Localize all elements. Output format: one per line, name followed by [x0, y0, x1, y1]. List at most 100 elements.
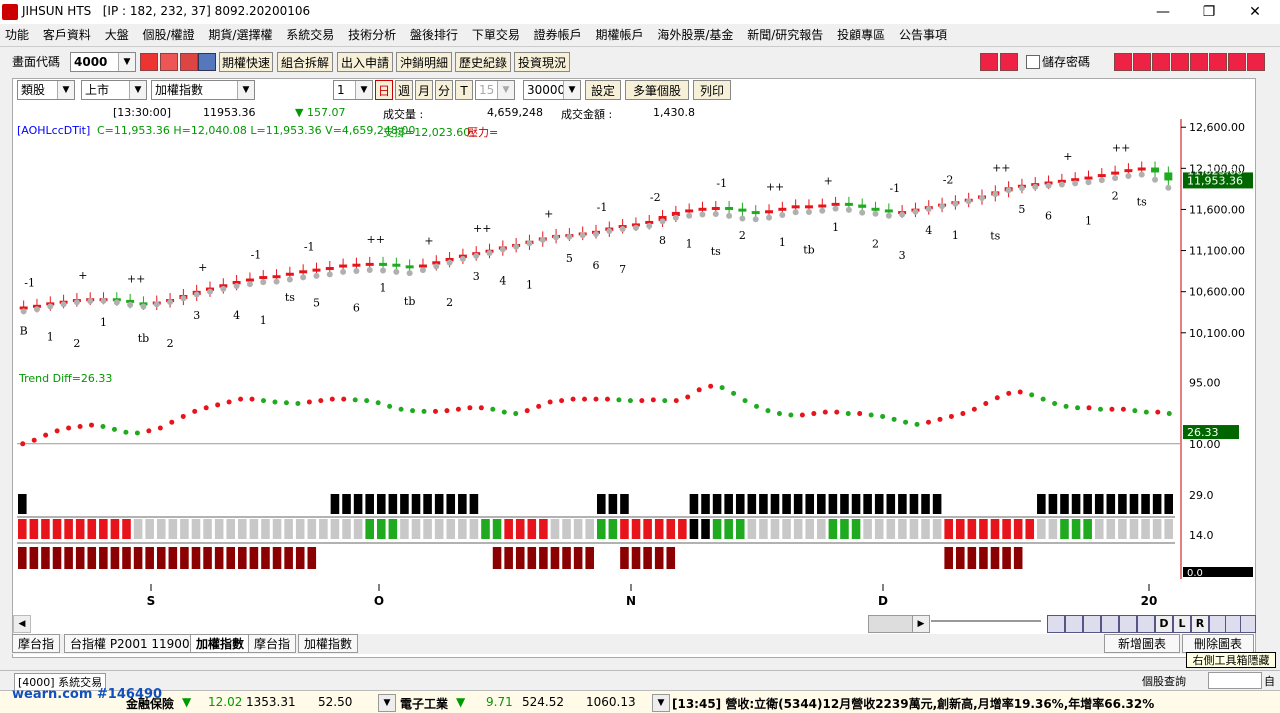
signal-mark: -2	[650, 191, 661, 204]
maximize-button[interactable]: ❐	[1186, 0, 1232, 24]
signal-mark: ++	[992, 161, 1010, 174]
history-button[interactable]: 歷史紀錄	[455, 52, 511, 72]
news-ticker[interactable]: [13:45] 營收:立衛(5344)12月營收2239萬元,創新高,月增率19…	[672, 695, 1154, 712]
zoom-in-icon[interactable]	[1065, 615, 1083, 633]
transfer-request-button[interactable]: 出入申請	[337, 52, 393, 72]
menu-item-market[interactable]: 大盤	[100, 24, 134, 46]
candle-body	[791, 205, 800, 209]
signal-mark: ++	[473, 222, 491, 235]
minimize-button[interactable]: —	[1140, 0, 1186, 24]
menu-item-customer[interactable]: 客戶資料	[38, 24, 96, 46]
strength-block	[18, 547, 27, 569]
chevron-down-icon[interactable]: ▼	[378, 694, 396, 712]
save-password-checkbox[interactable]	[1026, 55, 1040, 69]
menu-item-advisory[interactable]: 投顧專區	[832, 24, 890, 46]
tool-icon-2[interactable]	[1133, 53, 1151, 71]
strength-block	[492, 519, 502, 539]
ma-dot	[912, 208, 919, 215]
signal-mark: +	[78, 269, 87, 282]
menu-item-announcement[interactable]: 公告事項	[894, 24, 952, 46]
chevron-down-icon[interactable]: ▼	[652, 694, 670, 712]
scroll-right-button[interactable]: ▶	[912, 615, 930, 633]
tab-taiex-2[interactable]: 加權指數	[298, 634, 359, 653]
strength-block	[597, 494, 606, 514]
tab-mtx-1[interactable]: 摩台指	[12, 634, 61, 653]
arrow-right-icon[interactable]	[1000, 53, 1018, 71]
trend-dot	[283, 400, 289, 406]
close-chart-icon[interactable]	[1225, 615, 1241, 633]
zoom-slider[interactable]	[931, 620, 1041, 622]
strength-block	[1060, 494, 1069, 514]
trend-dot	[43, 432, 49, 438]
stock-query-input[interactable]	[1208, 672, 1262, 689]
trend-dot	[742, 398, 748, 404]
stop-icon[interactable]	[1119, 615, 1137, 633]
move-icon[interactable]	[1101, 615, 1119, 633]
signal-mark: -1	[304, 240, 315, 253]
menu-item-stock[interactable]: 個股/權證	[138, 24, 200, 46]
strength-block	[1129, 519, 1139, 539]
play-icon[interactable]	[1137, 615, 1155, 633]
tab-taiex-active[interactable]: 加權指數	[190, 634, 251, 653]
arrow-left-icon[interactable]	[980, 53, 998, 71]
strength-block	[1025, 519, 1035, 539]
tool-icon-7[interactable]	[1228, 53, 1246, 71]
folder-icon[interactable]	[160, 53, 178, 71]
screen-code-label: 畫面代碼	[12, 55, 61, 69]
strength-block	[712, 519, 722, 539]
tool-icon-5[interactable]	[1190, 53, 1208, 71]
menu-item-ranking[interactable]: 盤後排行	[405, 24, 463, 46]
tab-option[interactable]: 台指權 P2001 11900	[64, 634, 196, 653]
chevron-down-icon[interactable]: ▼	[118, 53, 135, 71]
ma-dot	[819, 207, 826, 214]
draw-d-button[interactable]: D	[1155, 615, 1173, 633]
menu-item-overseas[interactable]: 海外股票/基金	[652, 24, 738, 46]
tool-icon-1[interactable]	[1114, 53, 1132, 71]
ma-dot	[1005, 187, 1012, 194]
strength-block	[608, 519, 618, 539]
signal-label: 1	[260, 314, 267, 327]
dropdown-icon[interactable]	[198, 53, 216, 71]
print-icon[interactable]	[180, 53, 198, 71]
zoom-out-icon[interactable]	[1083, 615, 1101, 633]
combo-split-button[interactable]: 組合拆解	[277, 52, 333, 72]
nav-first-icon[interactable]	[1047, 615, 1065, 633]
tab-mtx-2[interactable]: 摩台指	[248, 634, 297, 653]
search-icon[interactable]	[140, 53, 158, 71]
tool-icon-6[interactable]	[1209, 53, 1227, 71]
menu-item-futures[interactable]: 期貨/選擇權	[203, 24, 277, 46]
ma-dot	[979, 195, 985, 202]
menu-item-securities-account[interactable]: 證券帳戶	[529, 24, 587, 46]
delete-chart-button[interactable]: 刪除圖表	[1182, 634, 1254, 653]
tool-icon-3[interactable]	[1152, 53, 1170, 71]
strength-block	[330, 519, 340, 539]
ma-dot	[207, 288, 213, 295]
trend-dot	[444, 408, 450, 414]
menu-item-system-trading[interactable]: 系統交易	[281, 24, 339, 46]
screen-code-select[interactable]: 4000 ▼	[70, 52, 136, 72]
strength-block	[1071, 494, 1081, 514]
menu-item-news[interactable]: 新聞/研究報告	[742, 24, 828, 46]
draw-l-button[interactable]: L	[1173, 615, 1191, 633]
scroll-left-button[interactable]: ◀	[13, 615, 31, 633]
tool-icon-8[interactable]	[1247, 53, 1265, 71]
menu-item-function[interactable]: 功能	[0, 24, 34, 46]
strength-block	[1106, 519, 1116, 539]
offset-detail-button[interactable]: 沖銷明細	[396, 52, 452, 72]
add-chart-button[interactable]: 新增圖表	[1104, 634, 1180, 653]
price-chart[interactable]: 12,600.0012,100.0011,600.0011,100.0010,6…	[13, 79, 1255, 635]
nav-last-icon[interactable]	[1240, 615, 1256, 633]
self-button[interactable]: 自	[1264, 673, 1275, 689]
menu-item-technical[interactable]: 技術分析	[343, 24, 401, 46]
tool-icon-4[interactable]	[1171, 53, 1189, 71]
scrollbar-thumb[interactable]	[868, 615, 914, 633]
strength-block	[1164, 519, 1173, 539]
menu-item-futures-account[interactable]: 期權帳戶	[591, 24, 649, 46]
strength-block	[133, 547, 143, 569]
options-quick-button[interactable]: 期權快速	[219, 52, 273, 72]
strength-block	[423, 494, 432, 514]
close-button[interactable]: ✕	[1232, 0, 1278, 24]
menu-item-order[interactable]: 下單交易	[467, 24, 525, 46]
positions-button[interactable]: 投資現況	[514, 52, 570, 72]
draw-r-button[interactable]: R	[1191, 615, 1209, 633]
